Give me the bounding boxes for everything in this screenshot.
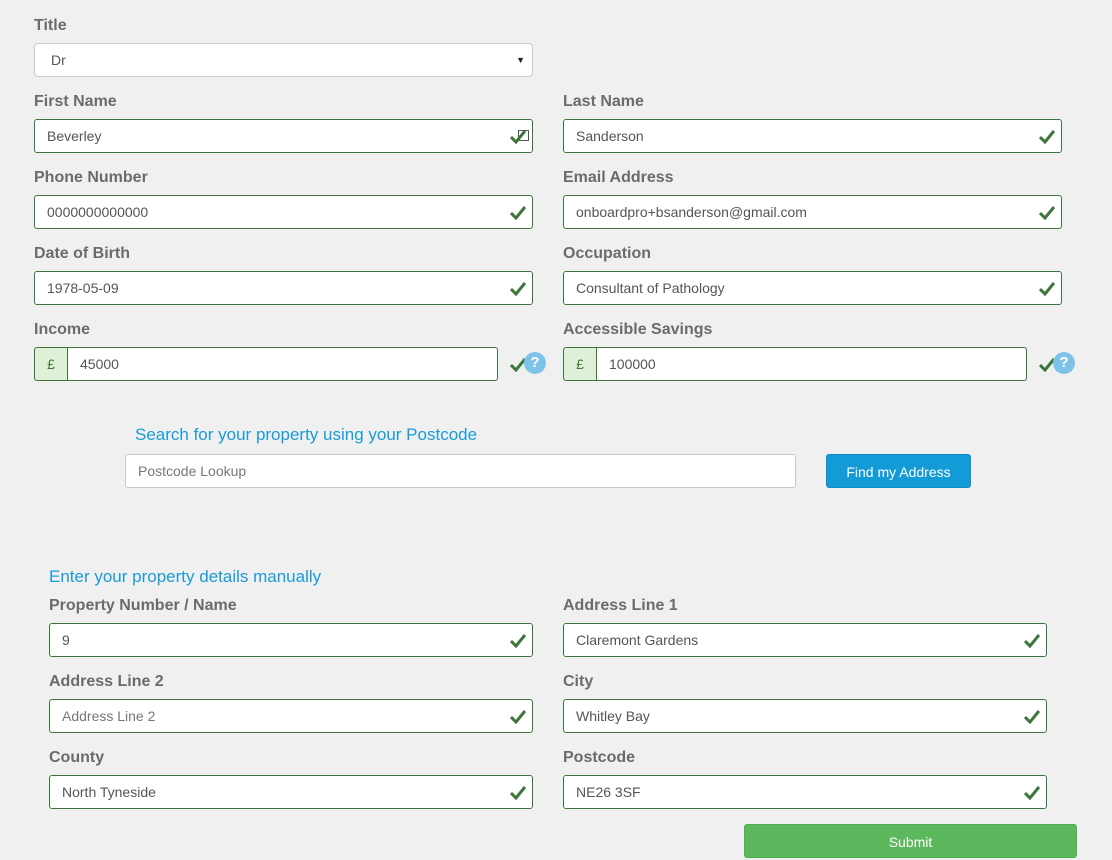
income-label: Income [34,321,91,338]
savings-input[interactable]: 100000 [597,347,1027,381]
submit-button[interactable]: Submit [744,824,1077,858]
savings-value: 100000 [609,356,656,372]
address-line2-placeholder: Address Line 2 [62,708,156,724]
address-line2-input[interactable]: Address Line 2 [49,699,533,733]
postcode-input[interactable]: NE26 3SF [563,775,1047,809]
help-icon[interactable]: ? [524,352,546,374]
income-input[interactable]: 45000 [68,347,498,381]
phone-label: Phone Number [34,169,148,186]
find-address-button[interactable]: Find my Address [826,454,971,488]
address-line1-value: Claremont Gardens [576,632,699,648]
check-icon [510,632,526,648]
address-line2-label: Address Line 2 [49,673,164,690]
dob-input[interactable]: 1978-05-09 [34,271,533,305]
chevron-down-icon: ▼ [516,55,525,65]
title-select[interactable]: Dr ▼ [34,43,533,77]
check-icon [1024,632,1040,648]
phone-input[interactable]: 0000000000000 [34,195,533,229]
check-icon [1024,784,1040,800]
currency-addon: £ [34,347,68,381]
first-name-value: Beverley [47,128,102,144]
occupation-input[interactable]: Consultant of Pathology [563,271,1062,305]
address-line1-label: Address Line 1 [563,597,678,614]
county-input[interactable]: North Tyneside [49,775,533,809]
postcode-lookup-placeholder: Postcode Lookup [138,463,247,479]
address-line1-input[interactable]: Claremont Gardens [563,623,1047,657]
postcode-lookup-input[interactable]: Postcode Lookup [125,454,796,488]
city-label: City [563,673,594,690]
check-icon [510,204,526,220]
city-input[interactable]: Whitley Bay [563,699,1047,733]
last-name-label: Last Name [563,93,644,110]
property-number-input[interactable]: 9 [49,623,533,657]
check-icon [1039,204,1055,220]
title-label: Title [34,17,67,34]
occupation-label: Occupation [563,245,652,262]
currency-addon: £ [563,347,597,381]
manual-entry-heading: Enter your property details manually [49,567,322,586]
last-name-input[interactable]: Sanderson [563,119,1062,153]
check-icon [1039,280,1055,296]
county-value: North Tyneside [62,784,156,800]
email-input[interactable]: onboardpro+bsanderson@gmail.com [563,195,1062,229]
check-icon [510,128,526,144]
first-name-label: First Name [34,93,117,110]
city-value: Whitley Bay [576,708,650,724]
email-label: Email Address [563,169,674,186]
postcode-label: Postcode [563,749,636,766]
check-icon [510,280,526,296]
check-icon [510,784,526,800]
first-name-input[interactable]: Beverley [34,119,533,153]
occupation-value: Consultant of Pathology [576,280,725,296]
property-number-value: 9 [62,632,70,648]
savings-label: Accessible Savings [563,321,713,338]
last-name-value: Sanderson [576,128,644,144]
county-label: County [49,749,105,766]
phone-value: 0000000000000 [47,204,149,220]
email-value: onboardpro+bsanderson@gmail.com [576,204,807,220]
dob-value: 1978-05-09 [47,280,119,296]
check-icon [1039,128,1055,144]
check-icon [510,708,526,724]
income-value: 45000 [80,356,119,372]
postcode-search-heading: Search for your property using your Post… [135,425,478,444]
property-number-label: Property Number / Name [49,597,237,614]
check-icon [1024,708,1040,724]
help-icon[interactable]: ? [1053,352,1075,374]
dob-label: Date of Birth [34,245,130,262]
postcode-value: NE26 3SF [576,784,641,800]
title-select-value: Dr [51,52,66,68]
